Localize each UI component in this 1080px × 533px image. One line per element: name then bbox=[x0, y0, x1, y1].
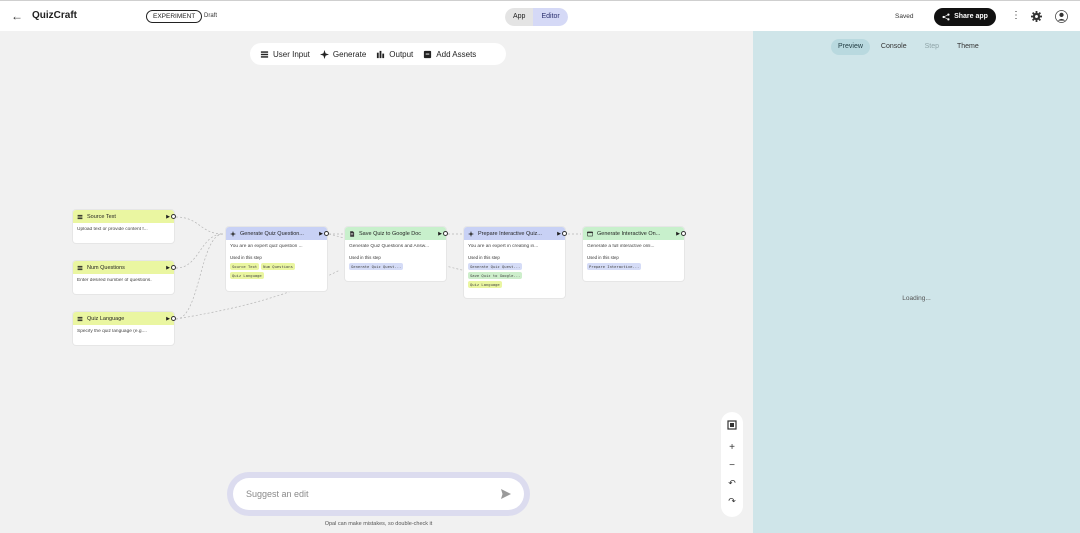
play-icon[interactable]: ▶ bbox=[557, 231, 561, 237]
play-icon[interactable]: ▶ bbox=[676, 231, 680, 237]
bar-chart-icon bbox=[377, 50, 385, 58]
panel-tabs: Preview Console Step Theme bbox=[831, 39, 986, 55]
output-port-icon[interactable] bbox=[171, 214, 176, 219]
list-icon bbox=[260, 50, 269, 58]
node-save-quiz-google-doc[interactable]: Save Quiz to Google Doc ▶ Generate Quiz … bbox=[345, 227, 448, 281]
list-icon bbox=[77, 316, 83, 321]
step-chip[interactable]: Save Quiz to Google... bbox=[468, 272, 523, 279]
output-port-icon[interactable] bbox=[324, 231, 329, 236]
node-description: Upload text or provide content f... bbox=[77, 227, 148, 232]
node-description: You are an expert in creating in... bbox=[468, 244, 539, 249]
asset-box-icon bbox=[424, 50, 432, 58]
output-port-icon[interactable] bbox=[562, 231, 567, 236]
generate-button[interactable]: Generate bbox=[319, 49, 367, 59]
tab-theme[interactable]: Theme bbox=[950, 39, 986, 55]
account-avatar-icon[interactable] bbox=[1055, 10, 1068, 23]
play-icon[interactable]: ▶ bbox=[166, 316, 170, 322]
output-button[interactable]: Output bbox=[376, 50, 413, 59]
saved-status: Saved bbox=[895, 13, 914, 20]
output-port-icon[interactable] bbox=[443, 231, 448, 236]
play-icon[interactable]: ▶ bbox=[166, 214, 170, 220]
node-description: Generate Quiz Questions and Answ... bbox=[349, 244, 429, 249]
user-input-label: User Input bbox=[273, 49, 310, 59]
play-icon[interactable]: ▶ bbox=[438, 231, 442, 237]
output-label: Output bbox=[389, 49, 414, 59]
node-title: Prepare Interactive Quiz... bbox=[478, 230, 542, 237]
node-description: Enter desired number of questions. bbox=[77, 278, 152, 283]
node-generate-quiz-questions[interactable]: Generate Quiz Question... ▶ You are an e… bbox=[226, 227, 329, 291]
preview-panel: Preview Console Step Theme Loading... bbox=[753, 31, 1080, 533]
document-icon bbox=[350, 230, 355, 237]
node-title: Num Questions bbox=[87, 264, 125, 271]
disclaimer-text: Opal can make mistakes, so double-check … bbox=[324, 521, 433, 527]
gear-icon[interactable] bbox=[1031, 11, 1042, 22]
sparkle-icon bbox=[468, 230, 474, 237]
node-toolbar: User Input Generate Output Add Assets bbox=[250, 43, 506, 65]
list-icon bbox=[77, 214, 83, 219]
zoom-in-icon[interactable]: + bbox=[721, 442, 743, 453]
app-title: QuizCraft bbox=[32, 10, 77, 21]
step-chip[interactable]: Quiz Language bbox=[230, 272, 264, 279]
app-header: ← QuizCraft EXPERIMENT Draft App Editor … bbox=[0, 0, 1080, 31]
node-title: Quiz Language bbox=[87, 315, 125, 322]
send-icon[interactable] bbox=[500, 488, 512, 500]
mode-app-button[interactable]: App bbox=[505, 8, 534, 26]
zoom-out-icon[interactable]: − bbox=[721, 460, 743, 471]
node-quiz-language[interactable]: Quiz Language ▶ Specify the quiz languag… bbox=[73, 312, 176, 345]
play-icon[interactable]: ▶ bbox=[319, 231, 323, 237]
step-chip[interactable]: Num Questions bbox=[261, 263, 295, 270]
step-chip[interactable]: Prepare Interactive... bbox=[587, 263, 642, 270]
tab-preview[interactable]: Preview bbox=[831, 39, 870, 55]
step-chip[interactable]: Quiz Language bbox=[468, 281, 502, 288]
node-description: You are an expert quiz question ... bbox=[230, 244, 303, 249]
output-port-icon[interactable] bbox=[681, 231, 686, 236]
node-title: Generate Quiz Question... bbox=[240, 230, 304, 237]
node-prepare-interactive-quiz[interactable]: Prepare Interactive Quiz... ▶ You are an… bbox=[464, 227, 567, 298]
used-in-step-label: Used in this step bbox=[349, 255, 381, 260]
tab-step[interactable]: Step bbox=[918, 39, 946, 55]
step-chip[interactable]: Source Text bbox=[230, 263, 260, 270]
user-input-button[interactable]: User Input bbox=[260, 50, 310, 59]
sparkle-icon bbox=[230, 230, 236, 237]
draft-status: Draft bbox=[204, 13, 218, 19]
node-title: Source Text bbox=[87, 213, 116, 220]
add-assets-label: Add Assets bbox=[436, 49, 477, 59]
share-app-label: Share app bbox=[954, 13, 988, 20]
used-in-step-label: Used in this step bbox=[587, 255, 619, 260]
back-arrow-icon[interactable]: ← bbox=[11, 9, 23, 23]
generate-label: Generate bbox=[332, 49, 367, 59]
mode-toggle: App Editor bbox=[505, 8, 568, 26]
output-port-icon[interactable] bbox=[171, 265, 176, 270]
node-title: Save Quiz to Google Doc bbox=[359, 230, 422, 237]
mode-editor-button[interactable]: Editor bbox=[533, 8, 568, 26]
loading-text: Loading... bbox=[902, 295, 931, 302]
tab-console[interactable]: Console bbox=[874, 39, 914, 55]
more-vert-icon[interactable]: ⋮ bbox=[1011, 10, 1021, 22]
node-description: Specify the quiz language (e.g.... bbox=[77, 329, 147, 334]
share-icon bbox=[942, 13, 950, 21]
node-source-text[interactable]: Source Text ▶ Upload text or provide con… bbox=[73, 210, 176, 243]
experiment-badge: EXPERIMENT bbox=[146, 10, 203, 23]
node-generate-interactive-online[interactable]: Generate Interactive On... ▶ Generate a … bbox=[583, 227, 686, 281]
node-num-questions[interactable]: Num Questions ▶ Enter desired number of … bbox=[73, 261, 176, 294]
used-in-step-label: Used in this step bbox=[230, 255, 262, 260]
redo-icon[interactable]: ↷ bbox=[721, 496, 743, 507]
web-page-icon bbox=[587, 231, 593, 236]
sparkle-icon bbox=[319, 49, 329, 59]
node-description: Generate a full interactive onli... bbox=[587, 244, 655, 249]
zoom-controls: + − ↶ ↷ bbox=[721, 412, 743, 517]
share-app-button[interactable]: Share app bbox=[934, 8, 996, 26]
node-title: Generate Interactive On... bbox=[597, 230, 661, 237]
list-icon bbox=[77, 265, 83, 270]
step-chip[interactable]: Generate Quiz Quest... bbox=[349, 263, 404, 270]
suggest-edit-input[interactable] bbox=[246, 485, 496, 503]
play-icon[interactable]: ▶ bbox=[166, 265, 170, 271]
fit-view-icon[interactable] bbox=[721, 420, 743, 430]
output-port-icon[interactable] bbox=[171, 316, 176, 321]
add-assets-button[interactable]: Add Assets bbox=[423, 50, 476, 59]
step-chip[interactable]: Generate Quiz Quest... bbox=[468, 263, 523, 270]
used-in-step-label: Used in this step bbox=[468, 255, 500, 260]
undo-icon[interactable]: ↶ bbox=[721, 478, 743, 489]
suggest-edit-box bbox=[227, 472, 530, 516]
